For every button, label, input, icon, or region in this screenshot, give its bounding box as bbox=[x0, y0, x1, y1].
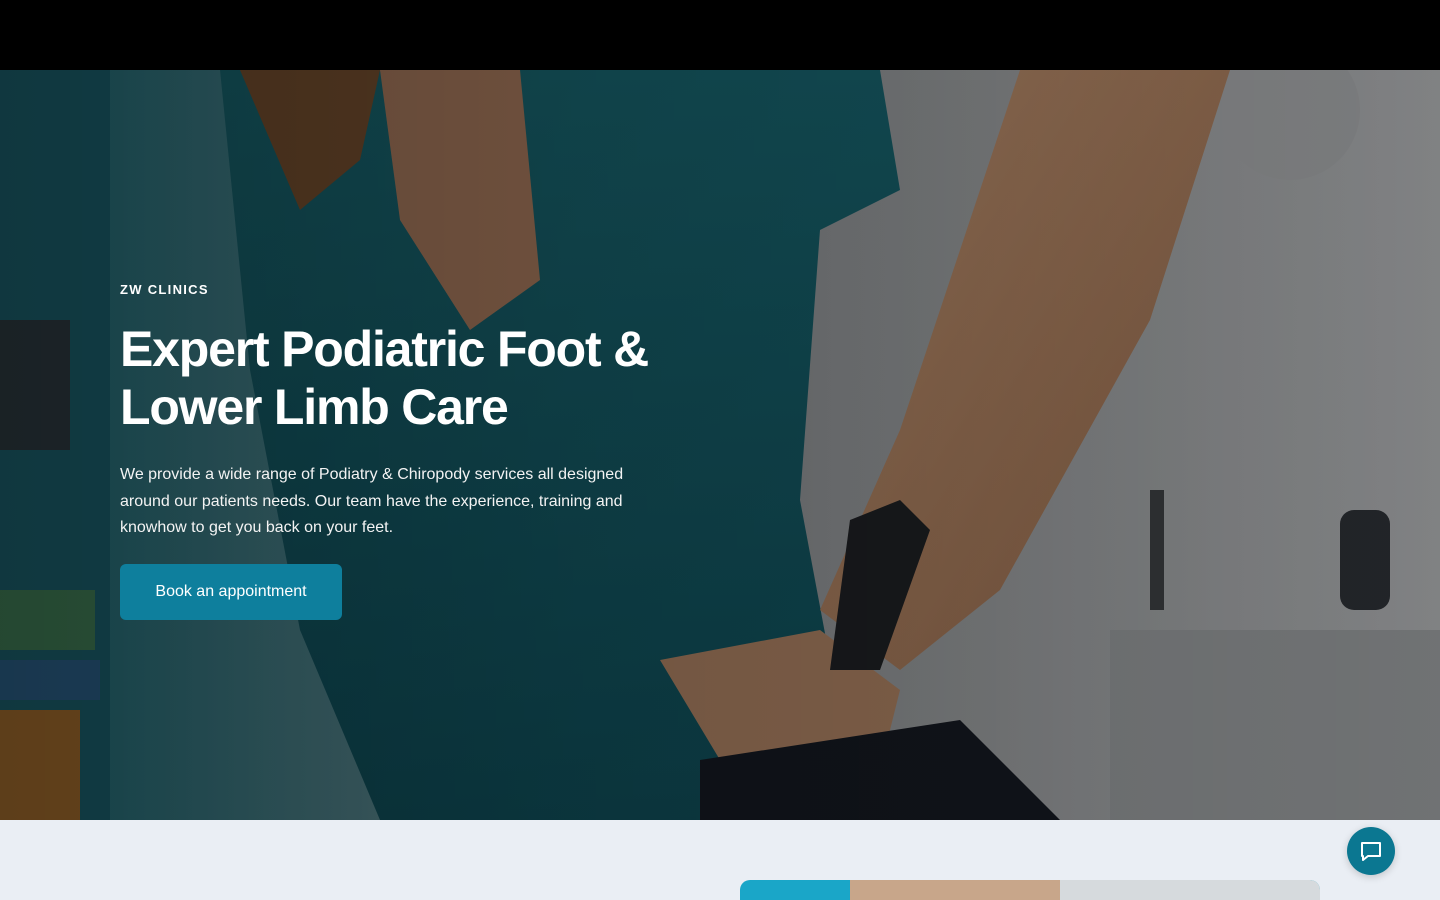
next-section-image bbox=[740, 880, 1320, 900]
chat-bubble-icon bbox=[1361, 842, 1381, 861]
top-navigation-bar bbox=[0, 0, 1440, 70]
hero-headline: Expert Podiatric Foot & Lower Limb Care bbox=[120, 320, 660, 436]
next-section bbox=[0, 820, 1440, 900]
hero-content: ZW CLINICS Expert Podiatric Foot & Lower… bbox=[120, 282, 680, 620]
chat-button[interactable] bbox=[1347, 827, 1395, 875]
book-appointment-button[interactable]: Book an appointment bbox=[120, 563, 342, 620]
brand-eyebrow: ZW CLINICS bbox=[120, 282, 209, 297]
hero-section: ZW CLINICS Expert Podiatric Foot & Lower… bbox=[0, 70, 1440, 820]
hero-headline-line-1: Expert Podiatric Foot & bbox=[120, 321, 649, 377]
hero-headline-line-2: Lower Limb Care bbox=[120, 379, 509, 435]
hero-description: We provide a wide range of Podiatry & Ch… bbox=[120, 466, 624, 536]
